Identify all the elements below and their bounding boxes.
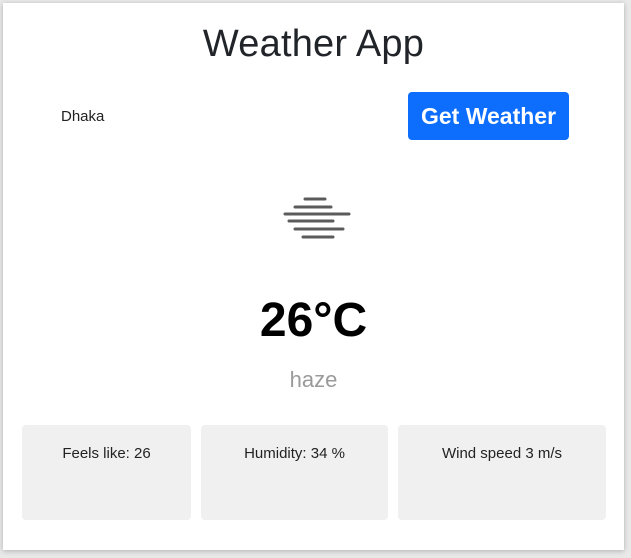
wind-speed-card: Wind speed 3 m/s [398,425,606,520]
app-title: Weather App [202,23,425,65]
humidity-label: Humidity: 34 % [244,445,345,462]
wind-speed-label: Wind speed 3 m/s [441,445,563,462]
temperature: 26°C [259,294,368,347]
get-weather-button[interactable]: Get Weather [408,92,569,140]
feels-like-card: Feels like: 26 [22,425,191,520]
haze-icon [283,197,351,239]
feels-like-label: Feels like: 26 [62,445,151,462]
humidity-card: Humidity: 34 % [201,425,388,520]
weather-card: Weather App Get Weather 26°C haze Feels … [3,3,624,550]
city-input[interactable] [51,102,351,130]
weather-description: haze [289,367,338,392]
